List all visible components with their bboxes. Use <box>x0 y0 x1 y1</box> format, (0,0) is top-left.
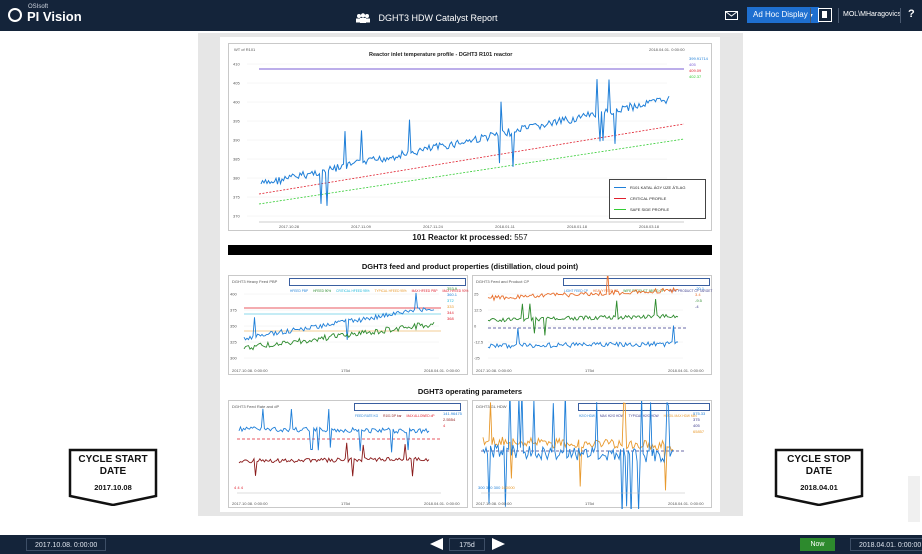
y-tick-label: 375 <box>230 308 237 313</box>
top-bar: OSIsoft PI Vision DGHT3 HDW Catalyst Rep… <box>0 0 922 31</box>
separator <box>810 8 811 23</box>
y-tick-label: 395 <box>233 119 240 124</box>
x-tick-label: 2017.11.24 <box>423 224 443 229</box>
trend-plot: 25 12.5 0 -12.5 -25 <box>474 276 688 361</box>
y-tick-label: 325 <box>230 340 237 345</box>
duration-input[interactable]: 175d <box>449 538 485 551</box>
x-tick-label: 2018.01.18 <box>567 224 588 229</box>
y-tick-label: 410 <box>233 62 240 67</box>
y-tick-label: 390 <box>233 138 240 143</box>
panel-toggle-icon[interactable] <box>818 8 832 22</box>
y-tick-label: 350 <box>230 324 237 329</box>
heavy-feed-pbp-trend[interactable]: DGHT3 Heavy Feed PBP HFEED PBP HFEED 90% C… <box>228 275 468 375</box>
kt-processed-value: 557 <box>514 233 528 242</box>
x-end-label: 2018.04.01. 0:00:00 <box>668 501 704 506</box>
x-start-label: 2017.10.08. 0:00:00 <box>232 368 268 373</box>
legend-item: R101 KATAL ÁGY ÜZE ÁTLAG <box>614 185 685 190</box>
y-tick-label: 12.5 <box>474 308 483 313</box>
actual-temperature-line <box>260 79 670 206</box>
time-forward-arrow-icon[interactable] <box>492 538 505 550</box>
separator <box>838 8 839 23</box>
x-axis-ticks: 2017.10.28 2017.11.09 2017.11.24 2018.01.11… <box>279 224 660 229</box>
x-end-label: 2018.04.01. 0:00:00 <box>424 501 460 506</box>
x-duration-label: 175d <box>585 501 594 506</box>
time-back-arrow-icon[interactable] <box>430 538 443 550</box>
kt-processed-label: 101 Reactor kt processed: 557 <box>412 233 528 242</box>
cycle-stop-badge: CYCLE STOP DATE 2018.04.01 <box>774 448 864 506</box>
app-name: PI Vision <box>27 9 82 24</box>
y-tick-label: 400 <box>233 100 240 105</box>
cycle-stop-label: CYCLE STOP DATE <box>787 454 851 477</box>
x-tick-label: 2017.11.09 <box>351 224 371 229</box>
y-tick-label: 300 <box>230 356 237 361</box>
y-tick-label: 0 <box>474 324 477 329</box>
x-start-label: 2017.10.08. 0:00:00 <box>476 368 512 373</box>
user-name[interactable]: MOL\MHaragovics <box>843 11 901 18</box>
display-title-text: DGHT3 HDW Catalyst Report <box>378 12 498 23</box>
trend-plot <box>481 401 685 509</box>
x-duration-label: 175d <box>341 368 350 373</box>
y-tick-label: -25 <box>474 356 481 361</box>
pi-logo-icon <box>8 8 22 22</box>
separator <box>900 8 901 23</box>
report-sheet: WT of R101 2018.04.01. 0:00:00 Reactor i… <box>220 37 720 512</box>
bottom-values: 300 300 300 100000 <box>478 485 515 490</box>
x-tick-label: 2017.10.28 <box>279 224 300 229</box>
section-title-operating: DGHT3 operating parameters <box>417 387 523 396</box>
ad-hoc-display-label: Ad Hoc Display <box>753 10 808 19</box>
side-scroll-handle[interactable] <box>908 476 920 522</box>
y-tick-label: 405 <box>233 81 240 86</box>
trend-legend: R101 KATAL ÁGY ÜZE ÁTLAG CRITICAL PROFIL… <box>609 179 706 219</box>
x-tick-label: 2018.01.11 <box>495 224 515 229</box>
x-start-label: 2017.10.08. 0:00:00 <box>232 501 268 506</box>
y-tick-label: 375 <box>233 195 240 200</box>
bottom-values: 4 4 4 <box>234 485 243 490</box>
y-axis-ticks: 410 405 400 395 390 385 380 375 370 <box>233 62 667 219</box>
y-tick-label: 400 <box>230 292 237 297</box>
legend-item: CRITICAL PROFILE <box>614 196 666 201</box>
trend-plot: 400 375 350 325 300 <box>230 292 441 361</box>
x-duration-label: 175d <box>341 501 350 506</box>
y-tick-label: 25 <box>474 292 479 297</box>
y-tick-label: 370 <box>233 214 240 219</box>
x-duration-label: 175d <box>585 368 594 373</box>
feed-rate-dp-trend[interactable]: DGHT3 Feed Rate and dP FEED RATE KG R101 … <box>228 400 468 508</box>
cycle-stop-date: 2018.04.01 <box>800 483 838 492</box>
help-icon[interactable]: ? <box>908 8 920 22</box>
y-tick-label: 385 <box>233 157 240 162</box>
time-bar: 2017.10.08. 0:00:00 175d Now 2018.04.01.… <box>0 535 922 554</box>
now-button[interactable]: Now <box>800 538 835 551</box>
x-end-label: 2018.04.01. 0:00:00 <box>668 368 704 373</box>
display-title: DGHT3 HDW Catalyst Report <box>355 9 497 27</box>
trend-plot <box>237 408 441 494</box>
cycle-start-badge: CYCLE START DATE 2017.10.08 <box>68 448 158 506</box>
x-start-label: 2017.10.08. 0:00:00 <box>476 501 512 506</box>
end-time-input[interactable]: 2018.04.01. 0:00:00 <box>850 538 922 551</box>
start-time-input[interactable]: 2017.10.08. 0:00:00 <box>26 538 107 551</box>
kt-progress-bar <box>228 245 712 255</box>
mail-icon[interactable] <box>725 11 738 20</box>
legend-item: SAFE SIDE PROFILE <box>614 207 669 212</box>
cycle-start-date: 2017.10.08 <box>94 483 132 492</box>
ad-hoc-display-button[interactable]: Ad Hoc Display ▾ <box>747 7 819 23</box>
display-canvas: WT of R101 2018.04.01. 0:00:00 Reactor i… <box>198 33 743 516</box>
x-tick-label: 2018.03.18 <box>639 224 660 229</box>
feed-product-cp-trend[interactable]: DGHT3 Feed and Product CP LIGHT FEED CP H… <box>472 275 712 375</box>
gl-hdw-trend[interactable]: DGHT3 GL HDW H2/O HDW MAX H2/O HDW TYPICAL… <box>472 400 712 509</box>
y-tick-label: -12.5 <box>474 340 484 345</box>
y-tick-label: 380 <box>233 176 240 181</box>
x-end-label: 2018.04.01. 0:00:00 <box>424 368 460 373</box>
section-title-feed: DGHT3 feed and product properties (disti… <box>361 262 579 271</box>
reactor-inlet-temp-trend[interactable]: WT of R101 2018.04.01. 0:00:00 Reactor i… <box>228 43 712 231</box>
cycle-start-label: CYCLE START DATE <box>78 454 148 477</box>
people-icon <box>356 13 370 23</box>
